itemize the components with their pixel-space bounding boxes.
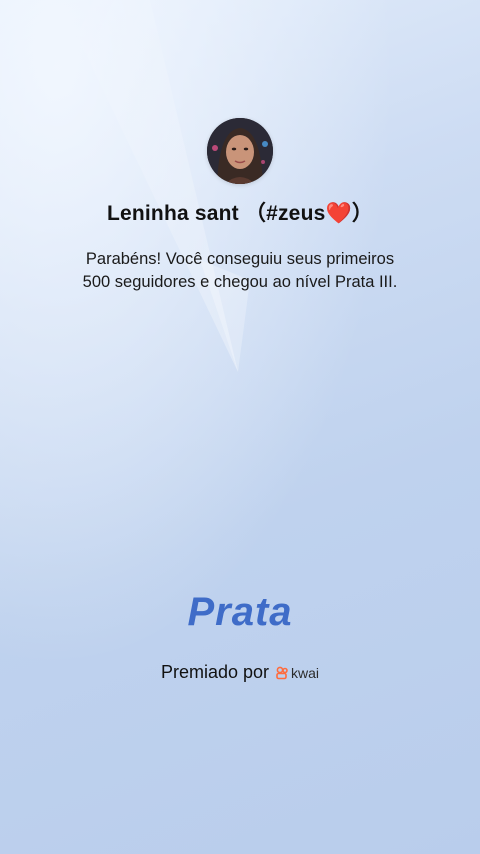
congratulations-message: Parabéns! Você conseguiu seus primeiros … [40, 248, 440, 294]
message-line-1: Parabéns! Você conseguiu seus primeiros [85, 250, 395, 268]
brand-name: kwai [291, 664, 320, 681]
awarded-by-row: Premiado por kwai [0, 662, 480, 683]
profile-name: Leninha sant （#zeus❤️） [106, 202, 374, 225]
brand: kwai [275, 665, 319, 681]
awarded-by-label: Premiado por [160, 662, 270, 682]
kwai-logo-icon [276, 666, 288, 679]
profile-photo [207, 118, 273, 184]
level-title: Prata [187, 590, 293, 634]
avatar [207, 118, 273, 184]
message-line-2: 500 seguidores e chegou ao nível Prata I… [82, 273, 398, 291]
